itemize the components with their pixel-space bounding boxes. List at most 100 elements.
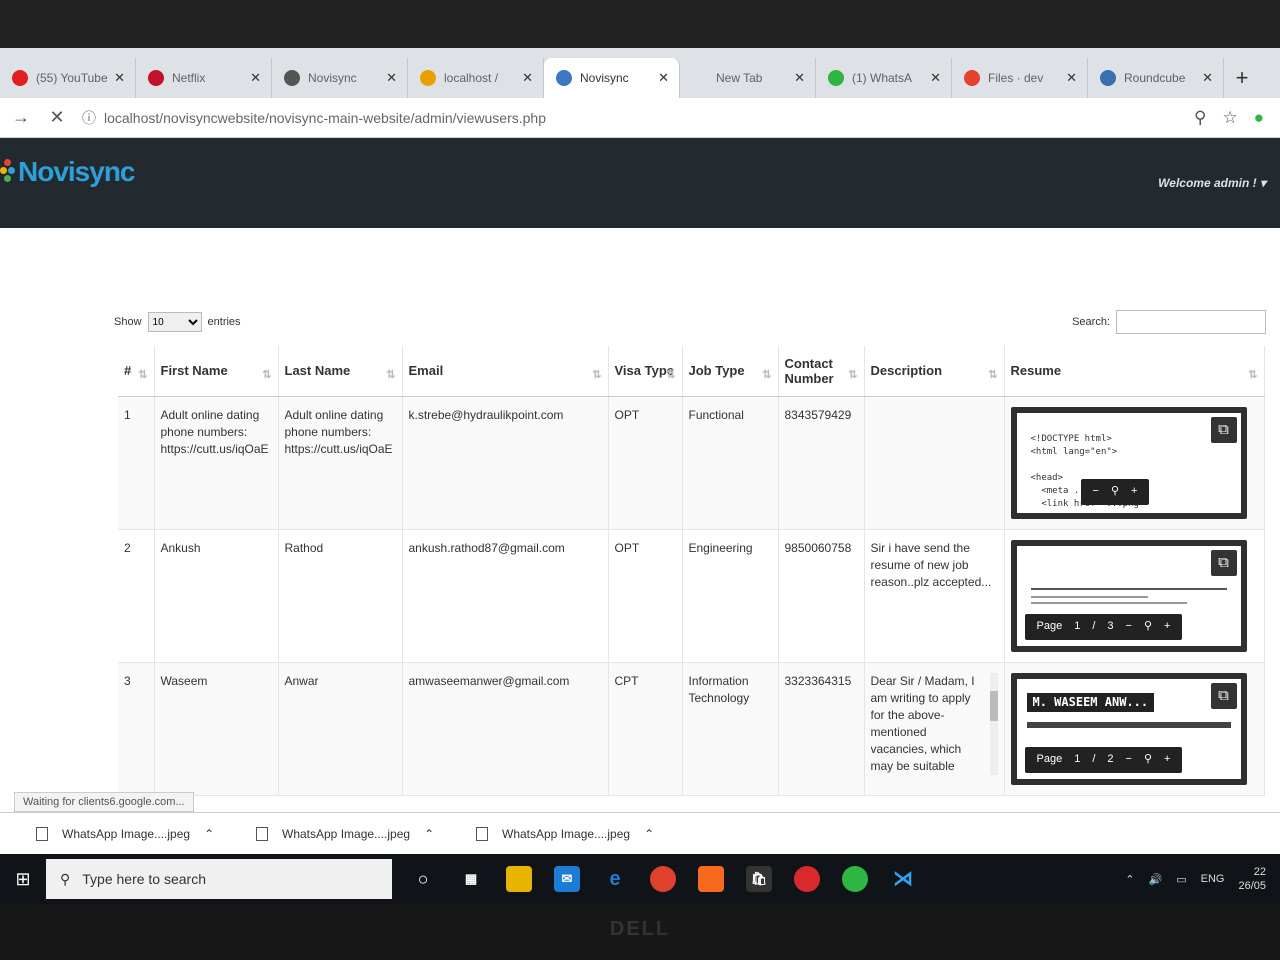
taskbar-search[interactable]: ⚲ Type here to search: [46, 859, 392, 899]
browser-tab[interactable]: Roundcube ✕: [1088, 58, 1224, 98]
cell-email: ankush.rathod87@gmail.com: [402, 529, 609, 663]
cell-visa-type: OPT: [608, 529, 683, 663]
browser-tab[interactable]: Novisync ✕: [272, 58, 408, 98]
close-tab-icon[interactable]: ✕: [114, 70, 125, 86]
browser-tab[interactable]: localhost / ✕: [408, 58, 544, 98]
status-bubble: Waiting for clients6.google.com...: [14, 792, 194, 812]
cell-job-type: Functional: [682, 396, 779, 530]
new-tab-button[interactable]: +: [1224, 58, 1260, 98]
site-logo[interactable]: Novisync: [0, 156, 135, 188]
chevron-up-icon[interactable]: ⌃: [644, 827, 654, 841]
profile-icon[interactable]: ●: [1254, 108, 1264, 128]
open-external-icon[interactable]: ⧉: [1210, 549, 1237, 576]
zoom-icon[interactable]: ⚲: [1144, 751, 1152, 768]
entries-select[interactable]: 10: [147, 312, 202, 332]
close-tab-icon[interactable]: ✕: [522, 70, 533, 86]
browser-tab[interactable]: Files · dev ✕: [952, 58, 1088, 98]
tab-favicon-icon: [148, 70, 164, 86]
page-current[interactable]: 1: [1074, 751, 1080, 768]
page-current[interactable]: 1: [1074, 618, 1080, 635]
clock[interactable]: 22 26/05: [1238, 865, 1266, 893]
browser-tab[interactable]: New Tab ✕: [680, 58, 816, 98]
close-tab-icon[interactable]: ✕: [930, 70, 941, 86]
chevron-up-icon[interactable]: ⌃: [424, 827, 434, 841]
url-field[interactable]: ⓘ localhost/novisyncwebsite/novisync-mai…: [82, 108, 1180, 128]
page-label: Page: [1036, 620, 1063, 632]
resume-heading: M. WASEEM ANW...: [1026, 692, 1155, 712]
zoom-icon[interactable]: ⚲: [1111, 483, 1119, 500]
bookmark-star-icon[interactable]: ☆: [1222, 108, 1237, 128]
zoom-in-icon[interactable]: +: [1164, 618, 1170, 635]
browser-tab[interactable]: (55) YouTube ✕: [0, 58, 136, 98]
col-header-visa-type[interactable]: Visa Type ⇅: [608, 346, 683, 397]
browser-tab[interactable]: (1) WhatsA ✕: [816, 58, 952, 98]
task-view-icon[interactable]: ▦: [458, 866, 484, 892]
language-indicator[interactable]: ENG: [1201, 873, 1225, 885]
resume-preview[interactable]: ⧉ Page 1 / 3 − ⚲ +: [1010, 539, 1247, 652]
zoom-icon[interactable]: ⚲: [1194, 108, 1206, 128]
network-icon[interactable]: ▭: [1176, 873, 1186, 886]
col-header-description[interactable]: Description ⇅: [864, 346, 1005, 397]
download-item[interactable]: WhatsApp Image....jpeg ⌃: [256, 826, 476, 841]
chat-app-icon[interactable]: [794, 866, 820, 892]
cell-resume: M. WASEEM ANW... ⧉ Page 1 / 2 − ⚲ +: [1004, 662, 1265, 796]
cell-email: k.strebe@hydraulikpoint.com: [402, 396, 609, 530]
zoom-in-icon[interactable]: +: [1131, 483, 1137, 500]
forward-icon[interactable]: →: [10, 107, 32, 128]
windows-start-icon[interactable]: ⊞: [0, 869, 46, 890]
zoom-icon[interactable]: ⚲: [1144, 618, 1152, 635]
resume-preview[interactable]: <!DOCTYPE html> <html lang="en"> <head> …: [1010, 406, 1247, 519]
download-item[interactable]: WhatsApp Image....jpeg ⌃: [36, 826, 256, 841]
file-icon: [36, 826, 48, 841]
close-tab-icon[interactable]: ✕: [1066, 70, 1077, 86]
edge-icon[interactable]: e: [602, 866, 628, 892]
xampp-icon[interactable]: [698, 866, 724, 892]
table-controls: Show 10 entries Search:: [114, 310, 1266, 334]
file-explorer-icon[interactable]: [506, 866, 532, 892]
close-tab-icon[interactable]: ✕: [1202, 70, 1213, 86]
col-header-resume[interactable]: Resume ⇅: [1004, 346, 1265, 397]
description-scroll[interactable]: Dear Sir / Madam, I am writing to apply …: [871, 672, 998, 775]
cortana-icon[interactable]: ○: [410, 866, 436, 892]
zoom-in-icon[interactable]: +: [1164, 751, 1170, 768]
tab-title: Roundcube: [1124, 71, 1186, 85]
open-external-icon[interactable]: ⧉: [1210, 416, 1237, 443]
zoom-out-icon[interactable]: −: [1093, 483, 1099, 500]
close-tab-icon[interactable]: ✕: [250, 70, 261, 86]
download-item[interactable]: WhatsApp Image....jpeg ⌃: [476, 826, 696, 841]
open-external-icon[interactable]: ⧉: [1210, 682, 1237, 709]
browser-tab[interactable]: Novisync ✕: [544, 58, 680, 98]
close-tab-icon[interactable]: ✕: [794, 70, 805, 86]
sort-icon: ⇅: [666, 369, 676, 381]
main-content: Show 10 entries Search: # ⇅ First Name ⇅ L…: [0, 228, 1280, 854]
chrome-active-icon[interactable]: [842, 866, 868, 892]
zoom-out-icon[interactable]: −: [1126, 618, 1132, 635]
tab-favicon-icon: [964, 70, 980, 86]
zoom-out-icon[interactable]: −: [1126, 751, 1132, 768]
col-header-last-name[interactable]: Last Name ⇅: [278, 346, 403, 397]
stop-icon[interactable]: ✕: [46, 107, 68, 128]
close-tab-icon[interactable]: ✕: [386, 70, 397, 86]
monitor-bottom-bezel: DELL: [0, 904, 1280, 960]
col-header-contact-number[interactable]: Contact Number ⇅: [778, 346, 865, 397]
col-header-email[interactable]: Email ⇅: [402, 346, 609, 397]
chevron-up-icon[interactable]: ⌃: [1125, 873, 1134, 886]
resume-preview[interactable]: M. WASEEM ANW... ⧉ Page 1 / 2 − ⚲ +: [1010, 672, 1247, 785]
chrome-icon[interactable]: [650, 866, 676, 892]
close-tab-icon[interactable]: ✕: [658, 70, 669, 86]
store-icon[interactable]: 🛍: [746, 866, 772, 892]
search-input[interactable]: [1116, 310, 1266, 334]
volume-icon[interactable]: 🔊: [1149, 873, 1163, 886]
col-header-number[interactable]: # ⇅: [118, 346, 155, 397]
info-icon[interactable]: ⓘ: [82, 108, 96, 128]
url-text[interactable]: localhost/novisyncwebsite/novisync-main-…: [104, 110, 546, 126]
page-total: 3: [1107, 620, 1114, 632]
vscode-icon[interactable]: ⋊: [890, 866, 916, 892]
col-header-first-name[interactable]: First Name ⇅: [154, 346, 279, 397]
admin-menu[interactable]: Welcome admin ! ▾: [1158, 176, 1266, 190]
browser-tab[interactable]: Netflix ✕: [136, 58, 272, 98]
mail-icon[interactable]: ✉: [554, 866, 580, 892]
scrollbar[interactable]: [989, 672, 998, 775]
col-header-job-type[interactable]: Job Type ⇅: [682, 346, 779, 397]
chevron-up-icon[interactable]: ⌃: [204, 827, 214, 841]
